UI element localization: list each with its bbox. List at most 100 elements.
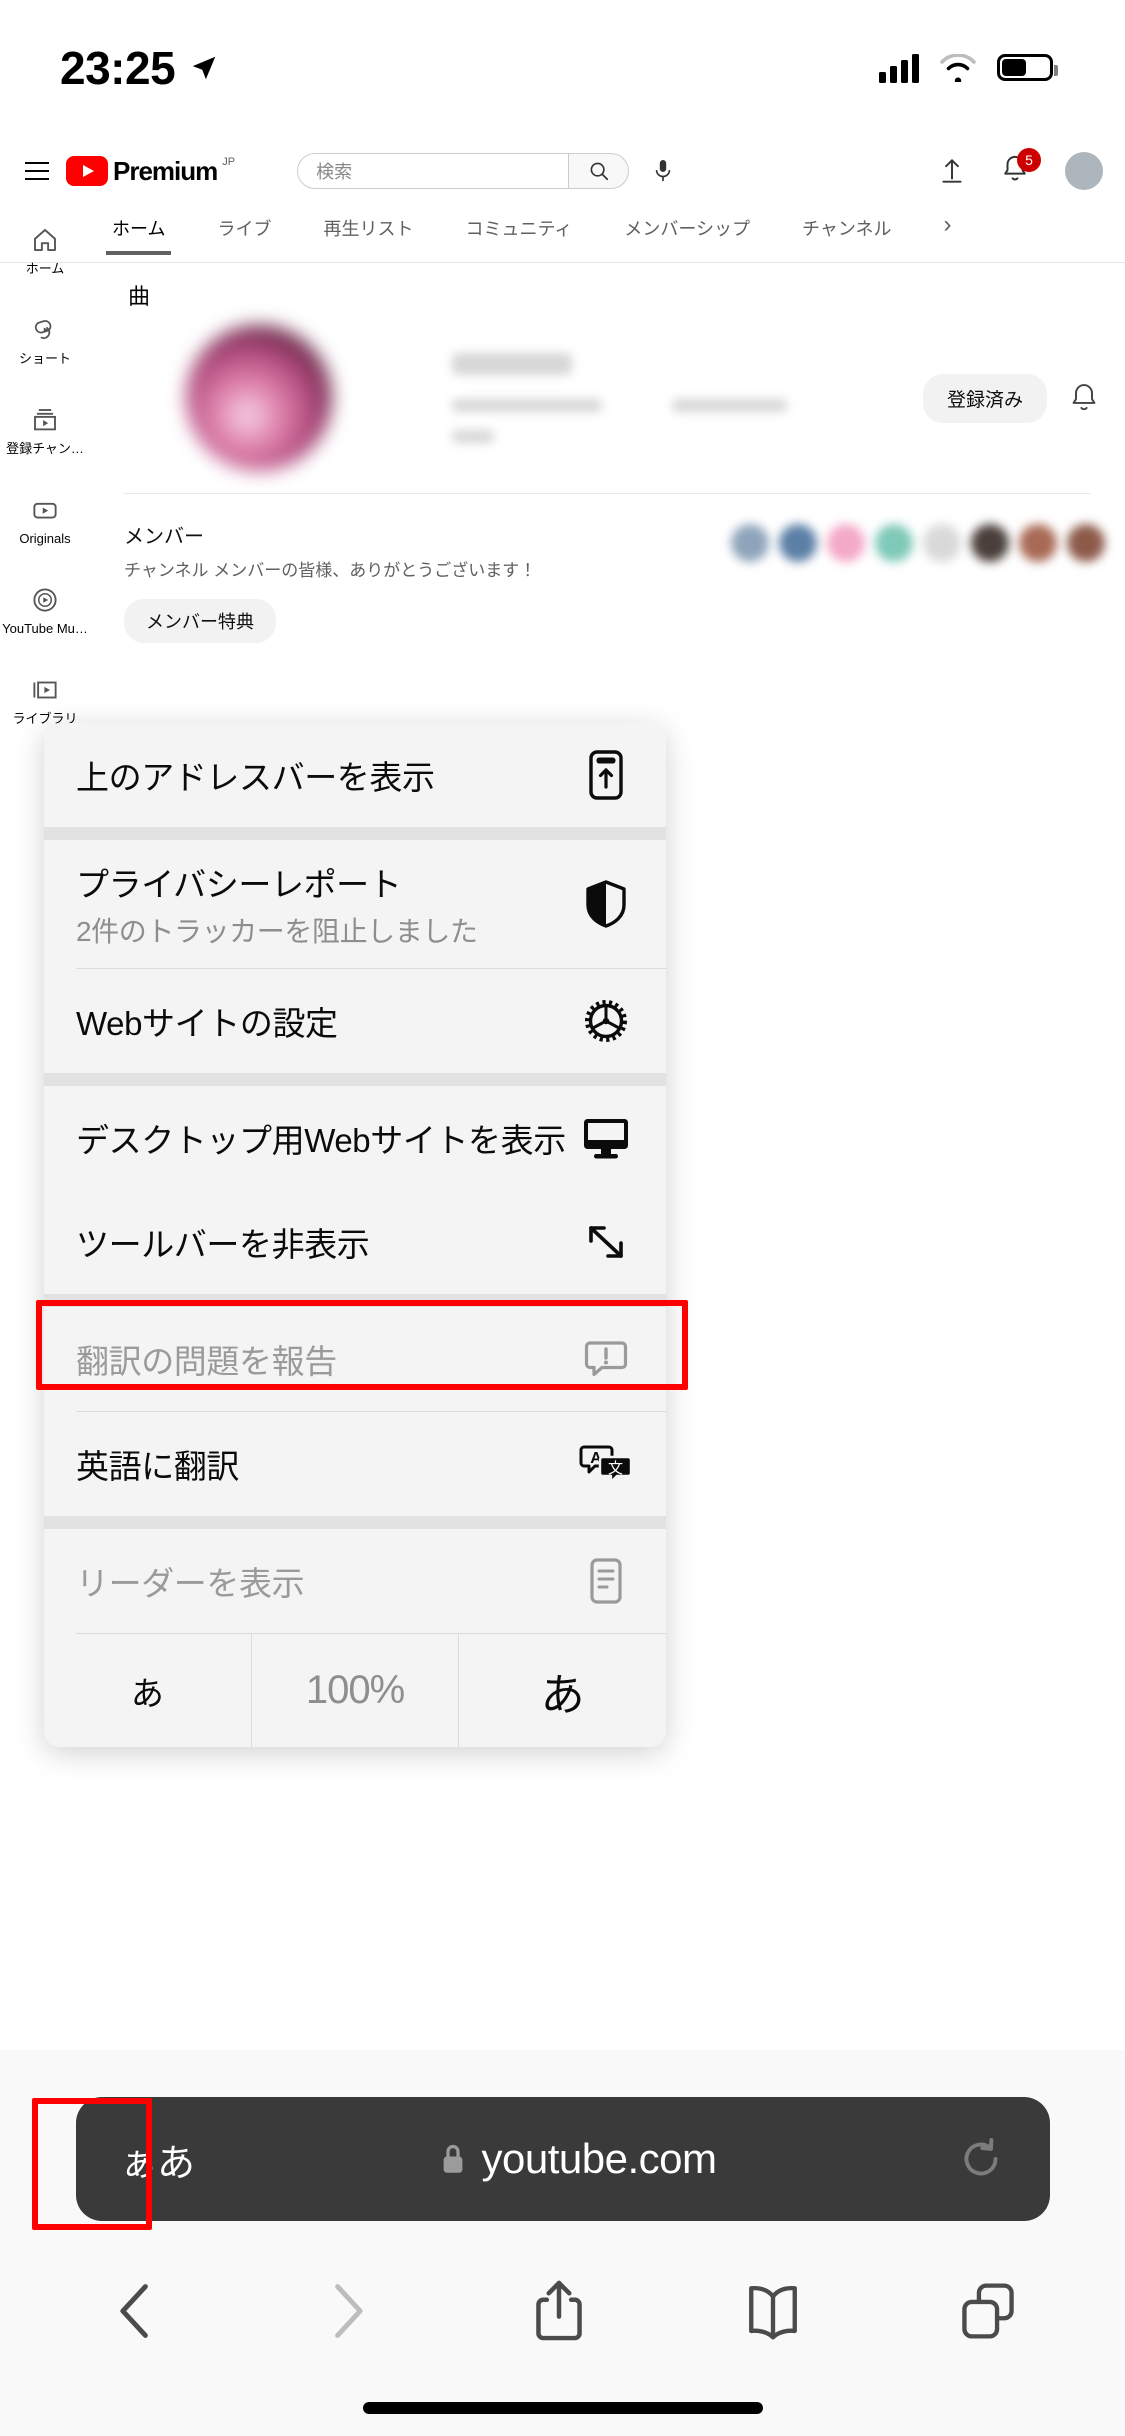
reload-icon[interactable] <box>960 2136 1002 2182</box>
tab-playlists[interactable]: 再生リスト <box>323 207 413 255</box>
avatar[interactable] <box>1065 152 1103 190</box>
zoom-control-row: あ 100% あ <box>44 1634 666 1747</box>
chevron-right-icon[interactable]: › <box>944 207 952 239</box>
tabs-icon[interactable] <box>959 2280 1017 2342</box>
menu-item-label: ツールバーを非表示 <box>76 1226 370 1263</box>
speech-bubble-exclamation-icon <box>576 1336 636 1382</box>
menu-item-privacy-report[interactable]: プライバシーレポート 2件のトラッカーを阻止しました <box>44 840 666 968</box>
tab-home[interactable]: ホーム <box>105 207 172 255</box>
share-icon[interactable] <box>531 2277 587 2345</box>
menu-item-label: デスクトップ用Webサイトを表示 <box>76 1122 566 1159</box>
menu-item-translate-to-english[interactable]: 英語に翻訳 A 文 <box>44 1412 666 1516</box>
sidebar-item-subscriptions[interactable]: 登録チャン… <box>3 405 87 457</box>
channel-avatar[interactable] <box>186 325 332 471</box>
zoom-decrease-label: あ <box>130 1674 164 1712</box>
book-icon[interactable] <box>744 2280 802 2342</box>
cellular-signal-icon <box>879 53 919 83</box>
zoom-increase-button[interactable]: あ <box>458 1634 666 1747</box>
zoom-level-label: 100% <box>305 1668 405 1712</box>
chevron-right-icon[interactable] <box>320 2279 374 2343</box>
hamburger-menu-icon[interactable] <box>14 148 60 194</box>
expand-diagonal-icon <box>576 1219 636 1265</box>
menu-item-label: Webサイトの設定 <box>76 1005 338 1042</box>
chevron-left-icon[interactable] <box>109 2279 163 2343</box>
menu-separator <box>44 1516 666 1529</box>
tab-membership[interactable]: メンバーシップ <box>624 207 750 255</box>
channel-tabs: ホーム ライブ 再生リスト コミュニティ メンバーシップ チャンネル › <box>0 207 1125 263</box>
sidebar-item-shorts[interactable]: ショート <box>3 315 87 367</box>
menu-item-label: プライバシーレポート <box>76 866 402 903</box>
url-text: youtube.com <box>481 2135 717 2182</box>
masthead-actions: 5 <box>939 147 1103 190</box>
youtube-music-icon <box>33 588 57 612</box>
search-area: 検索 <box>297 149 685 193</box>
notifications-button[interactable]: 5 <box>1001 147 1041 189</box>
channel-bell-icon[interactable] <box>1069 382 1099 414</box>
safari-bottom-bar: ぁあ youtube.com <box>0 2050 1125 2436</box>
shield-icon <box>576 879 636 929</box>
subscriptions-icon <box>34 408 56 431</box>
address-bar[interactable]: ぁあ youtube.com <box>76 2097 1050 2221</box>
wifi-icon <box>940 53 976 82</box>
members-text: メンバー チャンネル メンバーの皆様、ありがとうございます！ メンバー特典 <box>124 520 731 643</box>
music-grid-icon: 曲 <box>128 284 151 309</box>
menu-item-website-settings[interactable]: Webサイトの設定 <box>44 969 666 1073</box>
menu-item-sublabel: 2件のトラッカーを阻止しました <box>76 916 478 947</box>
left-rail: ホーム ショート 登録チャン… Originals YouTube Mu… ライ… <box>0 207 90 727</box>
safari-page-menu: 上のアドレスバーを表示 プライバシーレポート 2件のトラッカーを阻止しました W… <box>44 723 666 1747</box>
notification-count-badge: 5 <box>1017 147 1041 172</box>
status-bar-right <box>879 53 1058 83</box>
sidebar-item-home[interactable]: ホーム <box>3 225 87 277</box>
aa-button[interactable]: ぁあ <box>120 2132 195 2187</box>
channel-name-blurred <box>452 353 572 375</box>
home-icon <box>34 229 56 251</box>
search-input[interactable]: 検索 <box>297 153 570 189</box>
sidebar-item-label: 登録チャン… <box>6 440 84 456</box>
lock-icon <box>443 2144 462 2173</box>
channel-header: 登録済み <box>90 311 1125 471</box>
menu-item-show-reader[interactable]: リーダーを表示 <box>44 1529 666 1633</box>
sidebar-item-label: YouTube Mu… <box>2 620 88 636</box>
menu-item-show-address-bar[interactable]: 上のアドレスバーを表示 <box>44 723 666 827</box>
menu-item-hide-toolbar[interactable]: ツールバーを非表示 <box>44 1190 666 1294</box>
microphone-icon <box>655 160 671 182</box>
upload-icon[interactable] <box>939 156 965 186</box>
member-perks-button[interactable]: メンバー特典 <box>124 599 276 643</box>
location-arrow-icon <box>192 56 216 79</box>
tab-community[interactable]: コミュニティ <box>465 207 572 255</box>
reader-document-icon <box>576 1556 636 1606</box>
menu-item-report-translation-issue[interactable]: 翻訳の問題を報告 <box>44 1307 666 1411</box>
menu-item-label: 英語に翻訳 <box>76 1448 240 1485</box>
search-icon <box>590 162 608 181</box>
voice-search-button[interactable] <box>641 149 685 193</box>
menu-separator <box>44 827 666 840</box>
address-bar-top-icon <box>576 749 636 801</box>
logo-text: Premium <box>113 156 218 186</box>
status-time: 23:25 <box>60 41 176 94</box>
sidebar-item-label: Originals <box>19 530 71 546</box>
channel-meta <box>452 353 923 443</box>
svg-text:文: 文 <box>608 1460 623 1477</box>
sidebar-item-label: ホーム <box>25 261 65 276</box>
logo-country-superscript: JP <box>222 156 236 168</box>
menu-item-request-desktop-site[interactable]: デスクトップ用Webサイトを表示 <box>44 1086 666 1190</box>
sidebar-item-label: ショート <box>18 350 71 366</box>
subscribe-button[interactable]: 登録済み <box>922 373 1047 423</box>
originals-icon <box>33 502 57 519</box>
menu-item-label: 上のアドレスバーを表示 <box>76 759 435 796</box>
desktop-monitor-icon <box>576 1115 636 1161</box>
zoom-increase-label: あ <box>540 1670 585 1720</box>
search-button[interactable] <box>569 153 630 189</box>
tab-live[interactable]: ライブ <box>217 207 271 255</box>
youtube-premium-logo[interactable]: Premium JP <box>66 156 235 186</box>
channel-content: 曲 登録済み メンバー チャンネル メンバーの皆様、ありがとうございます！ メン… <box>90 263 1125 643</box>
url-display[interactable]: youtube.com <box>194 2135 960 2183</box>
youtube-masthead: Premium JP 検索 5 <box>0 135 1125 207</box>
library-icon <box>33 681 57 699</box>
sidebar-item-youtube-music[interactable]: YouTube Mu… <box>2 585 88 637</box>
zoom-decrease-button[interactable]: あ <box>44 1634 251 1747</box>
members-title: メンバー <box>124 526 204 548</box>
tab-channels[interactable]: チャンネル <box>802 207 891 255</box>
sidebar-item-library[interactable]: ライブラリ <box>3 675 87 727</box>
sidebar-item-originals[interactable]: Originals <box>3 495 87 547</box>
